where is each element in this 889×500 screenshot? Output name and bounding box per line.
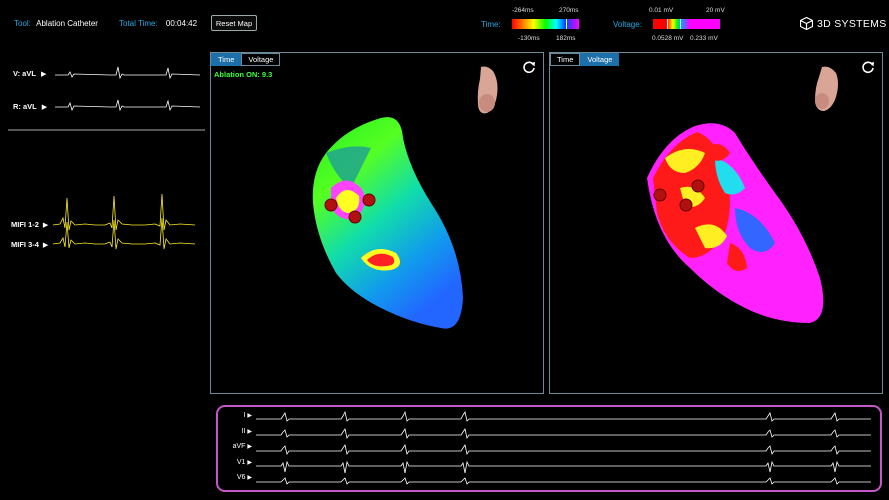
voltage-scale-label: Voltage: bbox=[613, 20, 642, 29]
play-arrow-icon[interactable]: ▶ bbox=[247, 460, 252, 466]
ecg-labels: I ▶ II ▶ aVF ▶ V1 ▶ V6 ▶ bbox=[222, 412, 252, 490]
time-scale-bottom-max: 182ms bbox=[556, 35, 576, 42]
tool-indicator: Tool: Ablation Catheter bbox=[14, 19, 98, 28]
ecg-lead-label: II bbox=[241, 427, 246, 435]
tool-label: Tool: bbox=[14, 19, 31, 28]
tool-value: Ablation Catheter bbox=[36, 19, 98, 28]
play-arrow-icon[interactable]: ▶ bbox=[43, 221, 48, 229]
mifi-traces bbox=[52, 193, 196, 250]
play-arrow-icon[interactable]: ▶ bbox=[43, 241, 48, 249]
tab-voltage[interactable]: Voltage bbox=[241, 53, 281, 66]
voltage-scale-marker-high[interactable] bbox=[680, 19, 681, 29]
tab-time[interactable]: Time bbox=[550, 53, 581, 66]
trace-mifi-1-2 bbox=[52, 193, 196, 231]
time-scale-top-max: 270ms bbox=[559, 7, 579, 14]
play-arrow-icon[interactable]: ▶ bbox=[247, 413, 252, 419]
logo-text: 3D SYSTEMS bbox=[817, 17, 887, 30]
left-trace-row-4[interactable]: MIFI 3-4 ▶ bbox=[11, 240, 48, 249]
heart-activation-map[interactable] bbox=[291, 108, 481, 333]
play-arrow-icon[interactable]: ▶ bbox=[247, 444, 252, 450]
ablation-status: Ablation ON: 9.3 bbox=[214, 70, 273, 79]
voltage-scale-top-min: 0.01 mV bbox=[649, 7, 674, 14]
ecg-trace-lead-v6 bbox=[256, 477, 871, 485]
trace-mifi-3-4 bbox=[52, 217, 196, 250]
trace-label: R: aVL bbox=[13, 102, 37, 111]
voltage-scale-marker-low[interactable] bbox=[667, 19, 668, 29]
ecg-trace-lead-i bbox=[256, 410, 871, 422]
viewport-tabs: Time Voltage bbox=[211, 53, 281, 66]
play-arrow-icon[interactable]: ▶ bbox=[247, 475, 252, 481]
left-ecg-traces bbox=[55, 66, 201, 112]
ecg-lead-label: V6 bbox=[236, 474, 246, 481]
ecg-lead-row[interactable]: aVF ▶ bbox=[222, 443, 252, 459]
left-trace-row-1[interactable]: V: aVL ▶ bbox=[13, 69, 46, 78]
ecg-lead-label: I bbox=[243, 412, 246, 419]
time-scale-label: Time: bbox=[481, 20, 501, 29]
ecg-lead-row[interactable]: I ▶ bbox=[222, 412, 252, 428]
trace-label: MIFI 1-2 bbox=[11, 220, 39, 229]
play-arrow-icon[interactable]: ▶ bbox=[42, 103, 47, 111]
play-arrow-icon[interactable]: ▶ bbox=[41, 70, 46, 78]
voltage-viewport[interactable]: Time Voltage bbox=[549, 52, 883, 394]
ecg-lead-row[interactable]: II ▶ bbox=[222, 428, 252, 444]
ecg-lead-label: V1 bbox=[236, 458, 246, 466]
rotate-view-icon[interactable] bbox=[861, 60, 875, 74]
left-trace-row-3[interactable]: MIFI 1-2 ▶ bbox=[11, 220, 48, 229]
viewport-tabs: Time Voltage bbox=[550, 53, 620, 66]
trace-label: MIFI 3-4 bbox=[11, 240, 39, 249]
ecg-lead-label: aVF bbox=[232, 443, 246, 450]
company-logo: 3D SYSTEMS bbox=[800, 17, 887, 30]
heart-voltage-map[interactable] bbox=[635, 118, 835, 333]
time-scale-top-min: -264ms bbox=[512, 7, 534, 14]
reset-map-button[interactable]: Reset Map bbox=[211, 15, 257, 31]
activation-time-viewport[interactable]: Time Voltage Ablation ON: 9.3 bbox=[210, 52, 544, 394]
rotate-view-icon[interactable] bbox=[522, 60, 536, 74]
surface-ecg-panel[interactable]: I ▶ II ▶ aVF ▶ V1 ▶ V6 ▶ bbox=[216, 405, 882, 492]
ecg-trace-lead-avf bbox=[256, 443, 871, 456]
time-scale-bottom-min: -130ms bbox=[518, 35, 540, 42]
total-time-label: Total Time: bbox=[119, 19, 158, 28]
voltage-scale-bottom-max: 0.233 mV bbox=[690, 35, 718, 42]
total-time-indicator: Total Time: 00:04:42 bbox=[119, 19, 197, 28]
trace-label: V: aVL bbox=[13, 69, 36, 78]
tab-voltage[interactable]: Voltage bbox=[580, 53, 620, 66]
trace-divider bbox=[8, 129, 205, 131]
cube-logo-icon bbox=[800, 17, 813, 30]
ecg-trace-lead-ii bbox=[256, 427, 871, 440]
surface-ecg-traces bbox=[256, 410, 871, 485]
total-time-value: 00:04:42 bbox=[165, 19, 198, 28]
voltage-color-scale[interactable] bbox=[653, 19, 720, 29]
voltage-scale-bottom-min: 0.0528 mV bbox=[652, 35, 684, 42]
time-color-scale[interactable] bbox=[512, 19, 579, 29]
trace-v-avl bbox=[55, 66, 201, 80]
voltage-scale-top-max: 20 mV bbox=[706, 7, 725, 14]
play-arrow-icon[interactable]: ▶ bbox=[247, 429, 252, 435]
orientation-heart-icon[interactable] bbox=[810, 65, 842, 117]
left-trace-row-2[interactable]: R: aVL ▶ bbox=[13, 102, 47, 111]
ecg-lead-row[interactable]: V6 ▶ bbox=[222, 474, 252, 490]
ecg-trace-lead-v1 bbox=[256, 460, 871, 474]
trace-r-avl bbox=[55, 99, 201, 112]
time-scale-marker[interactable] bbox=[566, 19, 567, 29]
ecg-lead-row[interactable]: V1 ▶ bbox=[222, 459, 252, 475]
tab-time[interactable]: Time bbox=[211, 53, 242, 66]
